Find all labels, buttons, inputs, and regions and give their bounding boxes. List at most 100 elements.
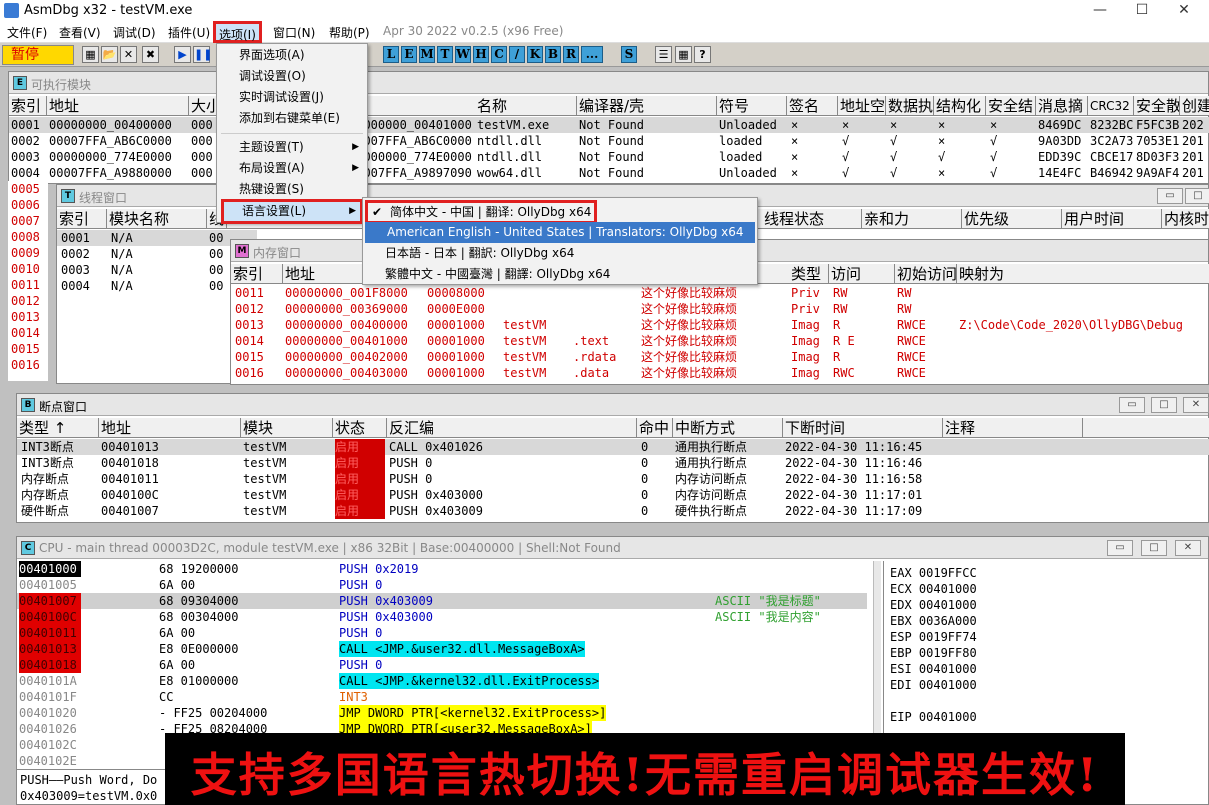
thread-col-affinity[interactable]: 亲和力 [862, 209, 962, 229]
references-button[interactable]: R [563, 46, 579, 63]
minimize-icon[interactable]: — [1080, 2, 1120, 20]
windows-button[interactable]: W [455, 46, 471, 63]
palette-icon[interactable]: ▦ [675, 46, 692, 63]
threads-button[interactable]: T [437, 46, 453, 63]
pause-icon[interactable]: ❚❚ [193, 46, 212, 63]
help-icon[interactable]: ? [694, 46, 711, 63]
open-icon[interactable]: 📂 [101, 46, 118, 63]
col-symbol[interactable]: 符号 [717, 96, 787, 116]
table-row[interactable]: 0016 00000000_00403000 00001000 testVM .data… [231, 365, 1209, 381]
cpu-minimize-button[interactable]: ▭ [1107, 540, 1133, 556]
menu-debug[interactable]: 调试(D) [110, 24, 159, 41]
table-row[interactable]: 内存断点 0040100C testVM 启用 PUSH 0x403000 0 内存访问断点… [17, 487, 1209, 503]
menu-window[interactable]: 窗口(N) [270, 24, 318, 41]
bp-col-hits[interactable]: 命中 [637, 418, 673, 438]
disasm-row[interactable]: 00401011 6A 00 PUSH 0 [17, 625, 867, 641]
bp-col-type[interactable]: 类型 ↑ [17, 418, 99, 438]
cpu-button[interactable]: C [491, 46, 507, 63]
menu-view[interactable]: 查看(V) [56, 24, 104, 41]
col-digest[interactable]: 消息摘 [1036, 96, 1088, 116]
bp-col-state[interactable]: 状态 [333, 418, 387, 438]
cpu-maximize-button[interactable]: □ [1141, 540, 1167, 556]
disasm-row[interactable]: 0040101F CC INT3 [17, 689, 867, 705]
bp-close-button[interactable]: ✕ [1183, 397, 1209, 413]
table-row[interactable]: 0011 00000000_001F8000 00008000 这个好像比较麻烦 Pri… [231, 285, 1209, 301]
col-compiler[interactable]: 编译器/壳 [577, 96, 717, 116]
col-crc32[interactable]: CRC32 [1088, 96, 1134, 116]
bp-col-disasm[interactable]: 反汇编 [387, 418, 637, 438]
exe-modules-button[interactable]: E [401, 46, 417, 63]
col-safe[interactable]: 安全结 [986, 96, 1036, 116]
table-row[interactable]: 0004 N/A 00 [57, 278, 257, 294]
thread-col-module[interactable]: 模块名称 [107, 209, 207, 229]
menu-add-context-menu[interactable]: 添加到右键菜单(E) [217, 108, 367, 129]
menu-theme-settings[interactable]: 主题设置(T) ▶ [217, 137, 367, 158]
table-row[interactable]: 0002 00007FFA_AB6C0000 000 00007FFA_AB6C000… [9, 133, 1209, 149]
menu-hotkey-settings[interactable]: 热键设置(S) [217, 179, 367, 200]
log-window-button[interactable]: L [383, 46, 399, 63]
thread-maximize-button[interactable]: □ [1185, 188, 1209, 204]
lang-ja-jp[interactable]: 日本語 - 日本 | 翻訳: OllyDbg x64 [363, 243, 757, 264]
thread-col-index[interactable]: 索引 [57, 209, 107, 229]
disasm-row[interactable]: 0040101A E8 01000000 CALL <JMP.&kernel32.d… [17, 673, 867, 689]
restart-icon[interactable]: ▦ [82, 46, 99, 63]
table-row[interactable]: 硬件断点 00401007 testVM 启用 PUSH 0x403009 0 硬件执行断点… [17, 503, 1209, 519]
col-created[interactable]: 创建 [1180, 96, 1209, 116]
menu-ui-options[interactable]: 界面选项(A) [217, 45, 367, 66]
lang-en-us[interactable]: American English - United States | Trans… [365, 222, 755, 243]
disasm-row[interactable]: 00401007 68 09304000 PUSH 0x403009 ASCII "我… [17, 593, 867, 609]
thread-col-priority[interactable]: 优先级 [962, 209, 1062, 229]
maximize-icon[interactable]: ☐ [1122, 2, 1162, 20]
thread-minimize-button[interactable]: ▭ [1157, 188, 1183, 204]
lang-zh-cn[interactable]: ✔ 简体中文 - 中国 | 翻译: OllyDbg x64 [365, 200, 597, 224]
menu-jit-settings[interactable]: 实时调试设置(J) [217, 87, 367, 108]
mem-col-mapped[interactable]: 映射为 [957, 264, 1209, 284]
menu-options[interactable]: 选项(I) [213, 21, 262, 43]
mem-col-access[interactable]: 访问 [829, 264, 895, 284]
table-row[interactable]: 0001 00000000_00400000 000 00000000_0040100… [9, 117, 1209, 133]
attach-icon[interactable]: ✕ [120, 46, 137, 63]
run-trace-button[interactable]: ... [581, 46, 603, 63]
col-signature[interactable]: 签名 [787, 96, 838, 116]
bp-col-time[interactable]: 下断时间 [783, 418, 943, 438]
table-row[interactable]: INT3断点 00401018 testVM 启用 PUSH 0 0 通用执行断点 2022-… [17, 455, 1209, 471]
memory-map-button[interactable]: M [419, 46, 435, 63]
table-row[interactable]: 内存断点 00401011 testVM 启用 PUSH 0 0 内存访问断点 2022-04… [17, 471, 1209, 487]
menu-debug-settings[interactable]: 调试设置(O) [217, 66, 367, 87]
thread-col-state[interactable]: 线程状态 [762, 209, 862, 229]
table-row[interactable]: 0014 00000000_00401000 00001000 testVM .text… [231, 333, 1209, 349]
disasm-row[interactable]: 00401020 - FF25 00204000 JMP DWORD PTR[<ke… [17, 705, 867, 721]
run-icon[interactable]: ▶ [174, 46, 191, 63]
list-icon[interactable]: ☰ [655, 46, 672, 63]
stop-icon[interactable]: ✖ [142, 46, 159, 63]
disasm-row[interactable]: 00401005 6A 00 PUSH 0 [17, 577, 867, 593]
table-row[interactable]: 0003 N/A 00 [57, 262, 257, 278]
menu-language-settings[interactable]: 语言设置(L) ▶ [221, 199, 363, 224]
disasm-row[interactable]: 00401013 E8 0E000000 CALL <JMP.&user32.dll… [17, 641, 867, 657]
table-row[interactable]: 0012 00000000_00369000 0000E000 这个好像比较麻烦 Pri… [231, 301, 1209, 317]
table-row[interactable]: INT3断点 00401013 testVM 启用 CALL 0x401026 0 通用执行… [17, 439, 1209, 455]
mem-col-initial[interactable]: 初始访问 [895, 264, 957, 284]
col-seh[interactable]: 结构化 [934, 96, 986, 116]
table-row[interactable]: 0015 00000000_00402000 00001000 testVM .rdat… [231, 349, 1209, 365]
menu-file[interactable]: 文件(F) [4, 24, 50, 41]
lang-zh-tw[interactable]: 繁體中文 - 中國臺灣 | 翻譯: OllyDbg x64 [363, 264, 757, 285]
table-row[interactable]: 0002 N/A 00 [57, 246, 257, 262]
disasm-row[interactable]: 00401000 68 19200000 PUSH 0x2019 [17, 561, 867, 577]
callstack-button[interactable]: K [527, 46, 543, 63]
breakpoints-button[interactable]: B [545, 46, 561, 63]
disasm-row[interactable]: 0040100C 68 00304000 PUSH 0x403000 ASCII "我… [17, 609, 867, 625]
thread-col-kerneltime[interactable]: 内核时 [1162, 209, 1209, 229]
close-icon[interactable]: ✕ [1164, 2, 1204, 20]
source-button[interactable]: S [621, 46, 637, 63]
bp-maximize-button[interactable]: □ [1151, 397, 1177, 413]
patches-button[interactable]: / [509, 46, 525, 63]
table-row[interactable]: 0003 00000000_774E0000 000 00000000_774E000… [9, 149, 1209, 165]
menu-plugins[interactable]: 插件(U) [165, 24, 213, 41]
cpu-close-button[interactable]: ✕ [1175, 540, 1201, 556]
menu-help[interactable]: 帮助(P) [326, 24, 373, 41]
handles-button[interactable]: H [473, 46, 489, 63]
col-aslr[interactable]: 地址空 [838, 96, 886, 116]
bp-col-mode[interactable]: 中断方式 [673, 418, 783, 438]
mem-col-index[interactable]: 索引 [231, 264, 283, 284]
